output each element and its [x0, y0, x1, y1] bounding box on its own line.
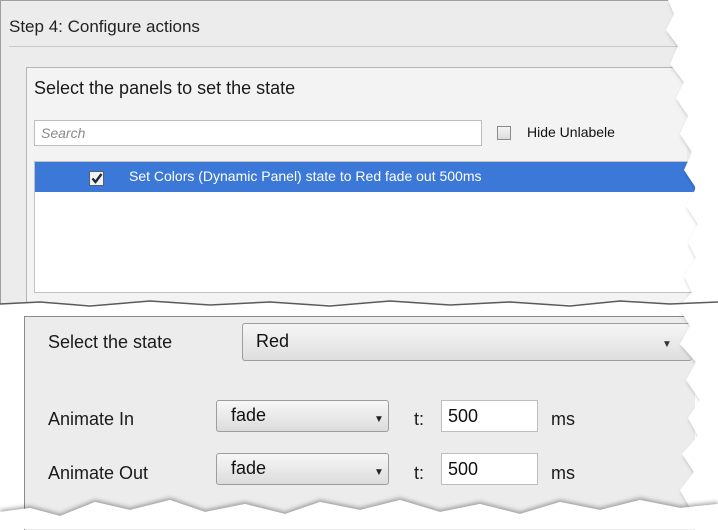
animate-out-unit: ms	[551, 463, 575, 483]
state-select-value: Red	[256, 331, 290, 351]
search-input[interactable]	[34, 120, 482, 146]
animate-out-duration-input[interactable]	[441, 453, 538, 485]
animate-in-t-label: t:	[414, 409, 425, 429]
animate-in-unit: ms	[551, 409, 575, 429]
animate-out-value: fade	[231, 458, 267, 478]
animate-in-label: Animate In	[48, 409, 135, 429]
list-item-label: Set Colors (Dynamic Panel) state to Red …	[129, 168, 482, 184]
checkmark-icon	[91, 173, 103, 184]
chevron-down-icon: ▼	[374, 414, 384, 425]
chevron-down-icon: ▼	[374, 467, 384, 478]
select-state-label: Select the state	[48, 332, 173, 352]
hide-unlabeled-checkbox[interactable]	[497, 126, 511, 140]
list-item-checkbox[interactable]	[89, 171, 104, 186]
animate-in-value: fade	[231, 405, 267, 425]
header-divider	[9, 46, 679, 47]
panels-section-label: Select the panels to set the state	[34, 78, 296, 98]
state-select[interactable]	[242, 323, 692, 361]
step-title: Step 4: Configure actions	[9, 17, 200, 36]
animate-out-label: Animate Out	[48, 463, 149, 483]
animate-in-duration-input[interactable]	[441, 400, 538, 432]
animate-out-t-label: t:	[414, 463, 425, 483]
hide-unlabeled-label: Hide Unlabele	[527, 124, 615, 140]
chevron-down-icon: ▼	[662, 339, 672, 350]
